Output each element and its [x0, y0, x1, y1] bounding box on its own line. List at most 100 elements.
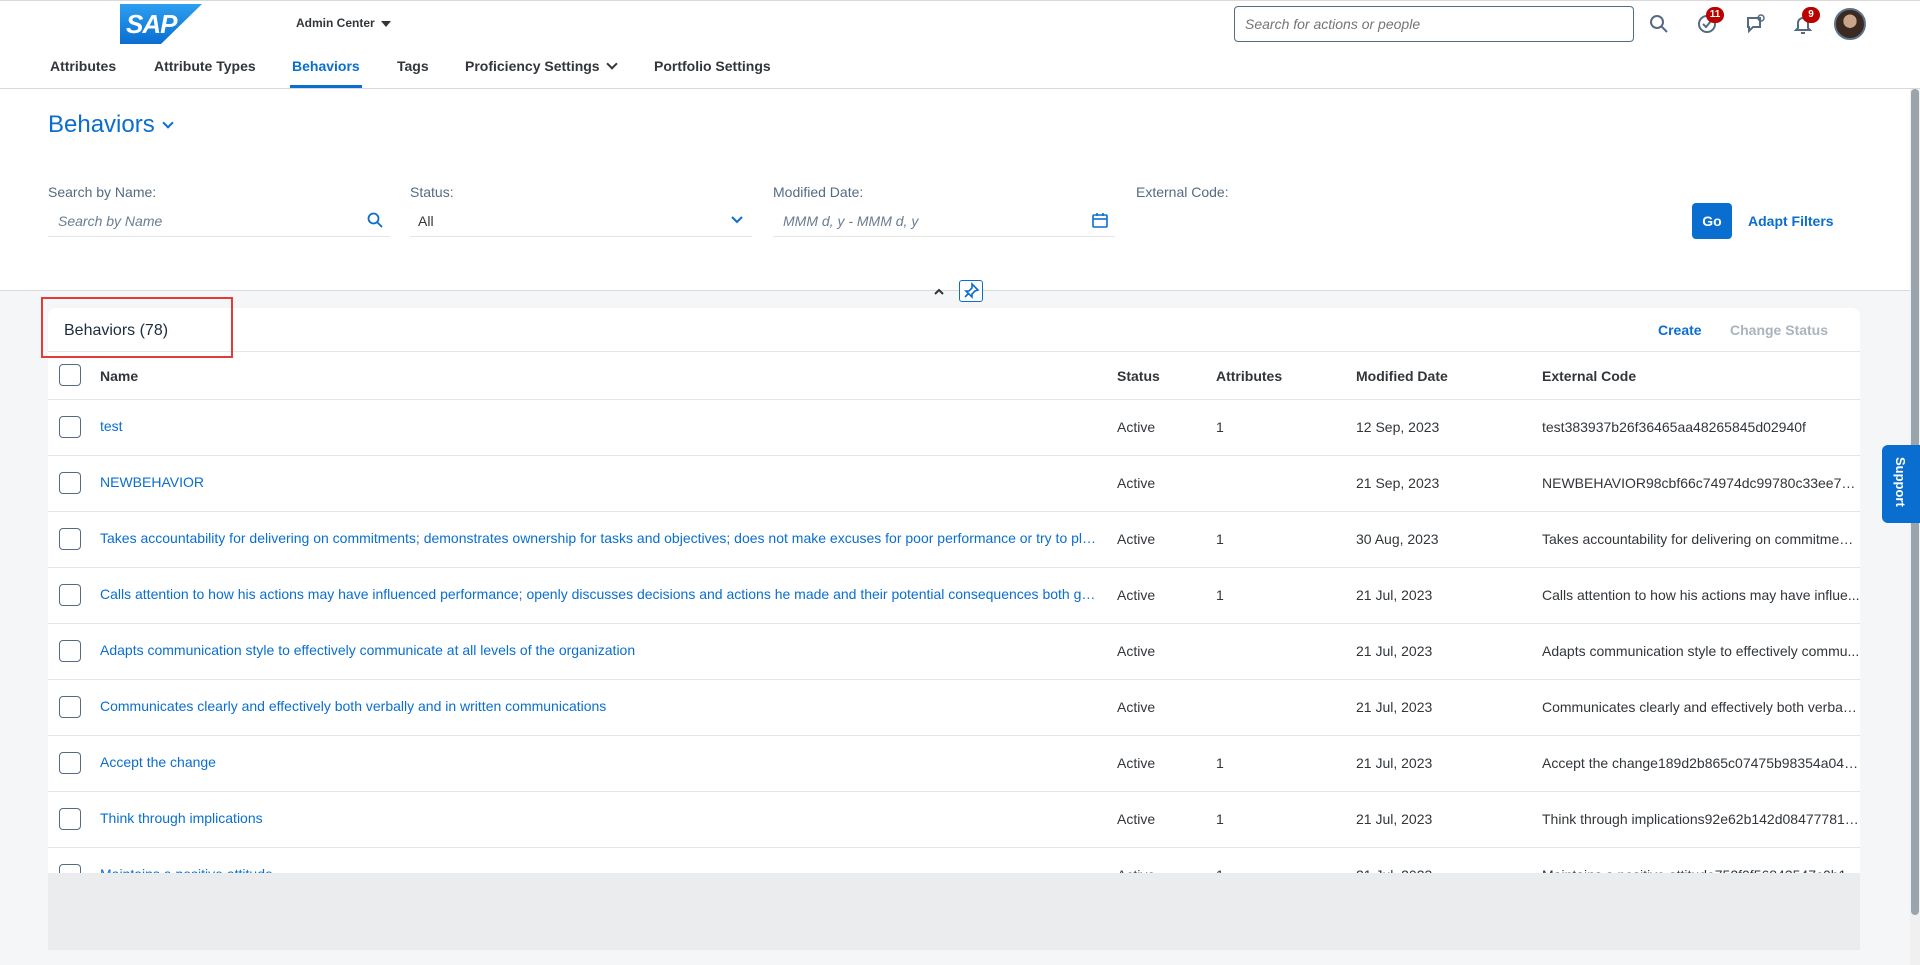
table-row[interactable]: Calls attention to how his actions may h… [48, 568, 1860, 624]
app-title-menu[interactable]: Admin Center [296, 16, 391, 30]
row-checkbox[interactable] [59, 640, 81, 662]
row-checkbox[interactable] [59, 864, 81, 873]
chevron-down-icon [605, 58, 618, 70]
todo-button[interactable]: 11 [1696, 7, 1724, 35]
table-row[interactable]: Takes accountability for delivering on c… [48, 512, 1860, 568]
notification-badge: 9 [1802, 7, 1820, 23]
column-attributes[interactable]: Attributes [1216, 368, 1282, 384]
tab-portfolio-settings[interactable]: Portfolio Settings [654, 44, 771, 88]
filter-header: Behaviors Search by Name: Search by Name… [0, 89, 1910, 302]
collapse-header-icon[interactable] [928, 281, 950, 301]
shell-search-input[interactable] [1234, 6, 1634, 42]
tab-tags[interactable]: Tags [397, 44, 429, 88]
search-name-field[interactable]: Search by Name [48, 205, 390, 237]
status-cell: Active [1117, 587, 1156, 603]
create-button[interactable]: Create [1658, 322, 1702, 338]
behavior-name-link[interactable]: Communicates clearly and effectively bot… [100, 698, 1100, 714]
row-checkbox[interactable] [59, 416, 81, 438]
behavior-name-link[interactable]: Adapts communication style to effectivel… [100, 642, 1100, 658]
behavior-name-link[interactable]: Takes accountability for delivering on c… [100, 530, 1100, 546]
row-checkbox[interactable] [59, 696, 81, 718]
row-checkbox[interactable] [59, 808, 81, 830]
tab-attribute-types[interactable]: Attribute Types [154, 44, 256, 88]
tab-behaviors[interactable]: Behaviors [290, 44, 362, 88]
modified-date-cell: 21 Jul, 2023 [1356, 643, 1433, 659]
external-code-cell: Calls attention to how his actions may h… [1542, 587, 1860, 603]
status-cell: Active [1117, 755, 1156, 771]
status-cell: Active [1117, 699, 1156, 715]
tab-attributes[interactable]: Attributes [50, 44, 116, 88]
search-icon[interactable] [1648, 13, 1670, 35]
sap-logo[interactable]: SAP [120, 4, 202, 44]
tab-proficiency-settings[interactable]: Proficiency Settings [465, 44, 618, 88]
modified-date-label: Modified Date: [773, 184, 864, 200]
attributes-cell: 1 [1216, 587, 1224, 603]
status-cell: Active [1117, 811, 1156, 827]
external-code-cell: Communicates clearly and effectively bot… [1542, 699, 1860, 715]
attributes-cell: 1 [1216, 755, 1224, 771]
highlight-box [41, 297, 233, 358]
page-title[interactable]: Behaviors [48, 111, 155, 139]
table-row[interactable]: test Active 1 12 Sep, 2023 test383937b26f364… [48, 400, 1860, 456]
column-name[interactable]: Name [100, 368, 138, 384]
modified-date-cell: 21 Jul, 2023 [1356, 587, 1433, 603]
external-code-cell: Think through implications92e62b142d0847… [1542, 811, 1860, 827]
external-code-cell: NEWBEHAVIOR98cbf66c74974dc99780c33ee700.… [1542, 475, 1860, 491]
column-external-code[interactable]: External Code [1542, 368, 1636, 384]
shell-bar: SAP Admin Center 11 9 [0, 0, 1920, 44]
status-cell: Active [1117, 419, 1156, 435]
table-row[interactable]: Communicates clearly and effectively bot… [48, 680, 1860, 736]
table-row[interactable]: Maintains a positive attitudeActive121 J… [48, 848, 1860, 873]
row-checkbox[interactable] [59, 528, 81, 550]
caret-down-icon [380, 20, 391, 27]
behaviors-table: Behaviors (78) Create Change Status Name… [48, 308, 1860, 873]
select-all-checkbox[interactable] [59, 364, 81, 386]
table-row[interactable]: Adapts communication style to effectivel… [48, 624, 1860, 680]
status-cell: Active [1117, 531, 1156, 547]
table-row[interactable]: Accept the change Active 1 21 Jul, 2023 Acce… [48, 736, 1860, 792]
table-row[interactable]: NEWBEHAVIOR Active 21 Sep, 2023 NEWBEHAVIOR… [48, 456, 1860, 512]
tab-bar: Attributes Attribute Types Behaviors Tag… [0, 44, 1920, 89]
row-checkbox[interactable] [59, 472, 81, 494]
change-status-button[interactable]: Change Status [1730, 322, 1828, 338]
status-select[interactable]: All [410, 205, 752, 237]
row-checkbox[interactable] [59, 584, 81, 606]
table-row[interactable]: Think through implications Active 1 21 Jul,… [48, 792, 1860, 848]
behavior-name-link[interactable]: Calls attention to how his actions may h… [100, 586, 1100, 602]
modified-date-cell: 21 Jul, 2023 [1356, 699, 1433, 715]
modified-date-cell: 30 Aug, 2023 [1356, 531, 1439, 547]
external-code-cell: test383937b26f36465aa48265845d02940f [1542, 419, 1806, 435]
support-button[interactable]: Support [1882, 445, 1920, 523]
behavior-name-link[interactable]: Accept the change [100, 754, 1100, 770]
user-avatar[interactable] [1834, 8, 1866, 40]
notifications-button[interactable]: 9 [1792, 7, 1820, 35]
status-label: Status: [410, 184, 454, 200]
behavior-name-link[interactable]: NEWBEHAVIOR [100, 474, 1100, 490]
modified-date-cell: 12 Sep, 2023 [1356, 419, 1440, 435]
chevron-down-icon[interactable] [162, 117, 174, 129]
external-code-label: External Code: [1136, 184, 1229, 200]
column-modified-date[interactable]: Modified Date [1356, 368, 1448, 384]
external-code-cell: Takes accountability for delivering on c… [1542, 531, 1860, 547]
search-icon[interactable] [366, 211, 384, 229]
pin-header-button[interactable] [959, 280, 983, 302]
todo-badge: 11 [1706, 7, 1724, 23]
status-cell: Active [1117, 475, 1156, 491]
column-status[interactable]: Status [1117, 368, 1160, 384]
adapt-filters-button[interactable]: Adapt Filters [1748, 213, 1834, 229]
row-checkbox[interactable] [59, 752, 81, 774]
modified-date-cell: 21 Sep, 2023 [1356, 475, 1440, 491]
modified-date-range[interactable]: MMM d, y - MMM d, y [773, 205, 1115, 237]
table-header: Name Status Attributes Modified Date Ext… [48, 351, 1860, 400]
go-button[interactable]: Go [1692, 203, 1732, 239]
external-code-cell: Accept the change189d2b865c07475b98354a0… [1542, 755, 1860, 771]
behavior-name-link[interactable]: Maintains a positive attitude [100, 866, 1100, 873]
status-cell: Active [1117, 643, 1156, 659]
chevron-down-icon [731, 216, 743, 224]
feedback-icon[interactable] [1744, 13, 1766, 35]
attributes-cell: 1 [1216, 419, 1224, 435]
behavior-name-link[interactable]: Think through implications [100, 810, 1100, 826]
calendar-icon[interactable] [1091, 211, 1109, 229]
behavior-name-link[interactable]: test [100, 418, 1100, 434]
pin-icon [964, 282, 980, 299]
